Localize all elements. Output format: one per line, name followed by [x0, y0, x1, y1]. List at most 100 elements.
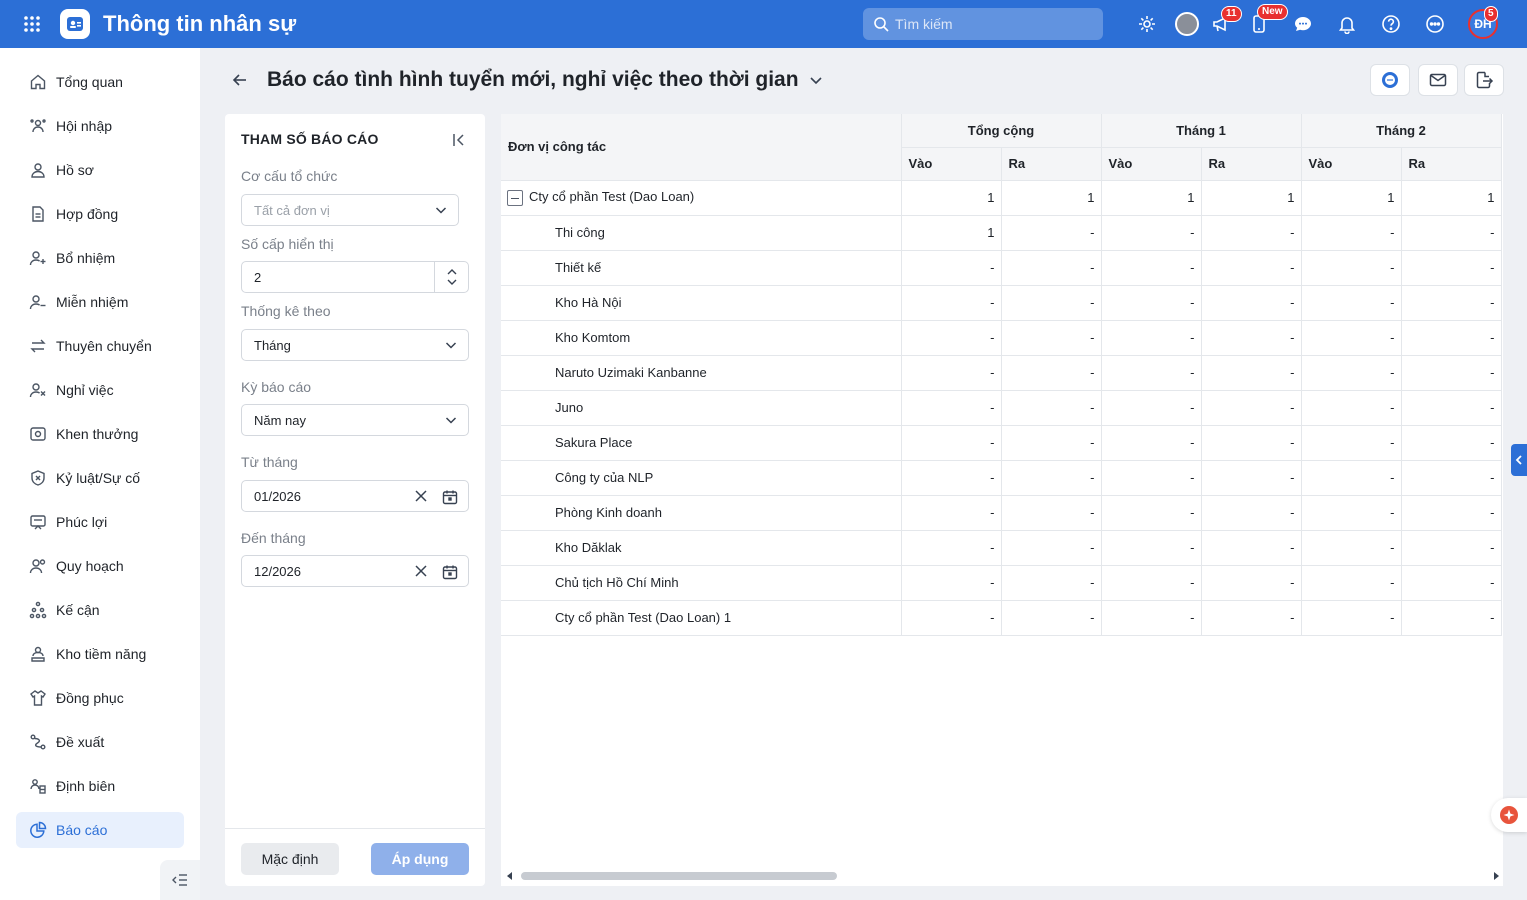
mail-icon	[1429, 73, 1447, 87]
table-row[interactable]: Chủ tịch Hồ Chí Minh - - - - - -	[501, 565, 1502, 601]
unit-name-cell: Cty cổ phần Test (Dao Loan) 1	[501, 600, 902, 636]
stat-value: Tháng	[254, 337, 291, 353]
value-cell: -	[1001, 285, 1102, 321]
table-row[interactable]: Thiết kế - - - - - -	[501, 250, 1502, 286]
table-row[interactable]: Phòng Kinh doanh - - - - - -	[501, 495, 1502, 531]
chevron-down-icon	[445, 342, 457, 349]
mobile-app-button[interactable]: New	[1245, 4, 1288, 38]
value-cell: -	[1201, 565, 1302, 601]
sidebar-item-bao-cao[interactable]: Báo cáo	[16, 812, 184, 848]
level-value: 2	[254, 269, 262, 285]
from-month-field[interactable]: 01/2026	[241, 480, 469, 512]
table-row[interactable]: Sakura Place - - - - - -	[501, 425, 1502, 461]
to-month-field[interactable]: 12/2026	[241, 555, 469, 587]
level-label: Số cấp hiển thị	[241, 236, 334, 252]
table-row[interactable]: Naruto Uzimaki Kanbanne - - - - - -	[501, 355, 1502, 391]
default-button[interactable]: Mặc định	[241, 843, 339, 875]
table-row[interactable]: Công ty của NLP - - - - - -	[501, 460, 1502, 496]
back-button[interactable]	[230, 70, 250, 90]
value-cell: -	[1001, 390, 1102, 426]
sidebar-item-bo-nhiem[interactable]: Bổ nhiệm	[16, 240, 184, 276]
table-row[interactable]: Cty cổ phần Test (Dao Loan) 1------	[501, 600, 1502, 636]
sidebar-collapse-button[interactable]	[160, 860, 200, 900]
sidebar-item-phuc-loi[interactable]: Phúc lợi	[16, 504, 184, 540]
more-button[interactable]	[1421, 10, 1449, 38]
value-cell: -	[1101, 530, 1202, 566]
table-row[interactable]: Juno - - - - - -	[501, 390, 1502, 426]
sidebar-item-ke-can[interactable]: Kế cận	[16, 592, 184, 628]
calendar-icon[interactable]	[442, 489, 458, 505]
sidebar-item-nghi-viec[interactable]: Nghỉ việc	[16, 372, 184, 408]
table-row[interactable]: Kho Dăklak - - - - - -	[501, 530, 1502, 566]
sidebar-item-kho-tiem-nang[interactable]: Kho tiềm năng	[16, 636, 184, 672]
global-search[interactable]	[863, 8, 1103, 40]
search-icon	[874, 17, 889, 32]
scroll-left-icon[interactable]	[505, 871, 515, 881]
sidebar-item-khen-thuong[interactable]: Khen thưởng	[16, 416, 184, 452]
email-button[interactable]	[1418, 64, 1458, 96]
chat-share-button[interactable]	[1370, 64, 1410, 96]
scrollbar-thumb[interactable]	[521, 872, 837, 880]
user-minus-icon	[28, 292, 48, 312]
value-cell: -	[1201, 285, 1302, 321]
value-cell: -	[1001, 530, 1102, 566]
collapse-toggle-icon[interactable]	[507, 189, 523, 206]
unit-name-cell: Cty cổ phần Test (Dao Loan)	[501, 180, 902, 216]
export-button[interactable]	[1464, 64, 1504, 96]
sidebar-item-ky-luat[interactable]: Kỷ luật/Sự cố	[16, 460, 184, 496]
value-cell: 1	[1401, 180, 1502, 216]
app-grid-button[interactable]	[0, 0, 64, 48]
value-cell: -	[1401, 285, 1502, 321]
value-cell: -	[1101, 215, 1202, 251]
value-cell: -	[1101, 320, 1202, 356]
unit-name-cell: Thiết kế	[501, 250, 902, 286]
table-row[interactable]: Kho Hà Nội - - - - - -	[501, 285, 1502, 321]
chat-button[interactable]	[1289, 10, 1317, 38]
report-switch-dropdown[interactable]	[808, 72, 824, 91]
value-cell: -	[901, 530, 1002, 566]
chevron-up-icon[interactable]	[446, 267, 458, 277]
table-row[interactable]: Thi công 1- - - - -	[501, 215, 1502, 251]
sidebar-item-dinh-bien[interactable]: Định biên	[16, 768, 184, 804]
side-panel-toggle[interactable]	[1511, 444, 1527, 476]
sidebar-item-ho-so[interactable]: Hồ sơ	[16, 152, 184, 188]
notification-button[interactable]	[1333, 10, 1361, 38]
sidebar-item-de-xuat[interactable]: Đề xuất	[16, 724, 184, 760]
help-button[interactable]	[1377, 10, 1405, 38]
profile-avatar-small[interactable]	[1173, 10, 1201, 38]
stepper-controls	[434, 262, 468, 292]
chevron-down-icon[interactable]	[446, 277, 458, 287]
stat-select[interactable]: Tháng	[241, 329, 469, 361]
value-cell: -	[1401, 530, 1502, 566]
value-cell: -	[1301, 600, 1402, 636]
level-stepper[interactable]: 2	[241, 261, 469, 293]
sidebar-item-quy-hoach[interactable]: Quy hoạch	[16, 548, 184, 584]
search-input[interactable]	[895, 16, 1095, 32]
horizontal-scrollbar[interactable]	[501, 866, 1503, 886]
period-select[interactable]: Năm nay	[241, 404, 469, 436]
calendar-icon[interactable]	[442, 564, 458, 580]
announcement-button[interactable]: 11	[1207, 6, 1242, 38]
assistant-button[interactable]	[1491, 798, 1527, 832]
clear-icon[interactable]	[414, 489, 428, 503]
chat-icon	[1295, 17, 1311, 31]
sidebar-item-hop-dong[interactable]: Hợp đồng	[16, 196, 184, 232]
clear-icon[interactable]	[414, 564, 428, 578]
sidebar-item-dong-phuc[interactable]: Đồng phục	[16, 680, 184, 716]
unit-name: Naruto Uzimaki Kanbanne	[555, 365, 707, 380]
user-menu[interactable]: ĐH 5	[1468, 6, 1498, 39]
scroll-right-icon[interactable]	[1491, 871, 1501, 881]
params-collapse-button[interactable]	[451, 132, 467, 151]
sidebar-item-thuyen-chuyen[interactable]: Thuyên chuyển	[16, 328, 184, 364]
stat-label: Thống kê theo	[241, 303, 331, 319]
sidebar-item-mien-nhiem[interactable]: Miễn nhiệm	[16, 284, 184, 320]
value-cell: -	[1301, 215, 1402, 251]
table-row[interactable]: Cty cổ phần Test (Dao Loan) 1 1 1 1 1 1	[501, 180, 1502, 216]
table-row[interactable]: Kho Komtom - - - - - -	[501, 320, 1502, 356]
sidebar-item-hoi-nhap[interactable]: Hội nhập	[16, 108, 184, 144]
value-cell: -	[1201, 425, 1302, 461]
sidebar-item-tong-quan[interactable]: Tổng quan	[16, 64, 184, 100]
settings-button[interactable]	[1133, 10, 1161, 38]
apply-button[interactable]: Áp dụng	[371, 843, 469, 875]
org-select[interactable]: Tất cả đơn vị	[241, 194, 459, 226]
